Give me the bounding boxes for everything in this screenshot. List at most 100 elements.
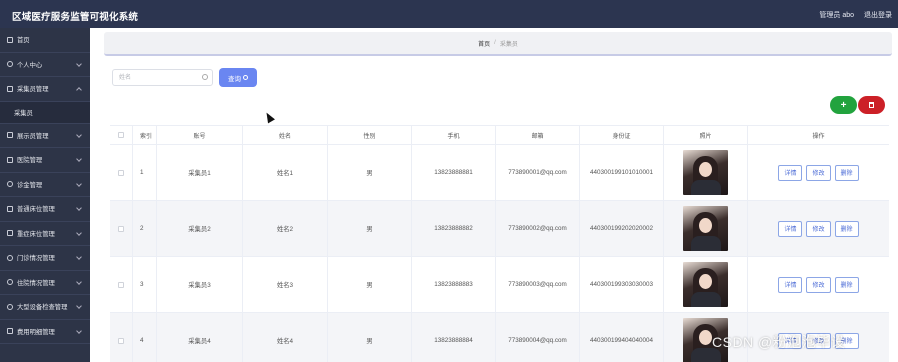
sidebar-item-label: 诊金管理 (17, 181, 43, 189)
col-header-email: 邮箱 (496, 126, 580, 144)
search-input[interactable] (112, 69, 213, 86)
edit-icon (7, 328, 13, 335)
col-header-name: 姓名 (243, 126, 328, 144)
chevron-down-icon (76, 205, 82, 211)
cell-account: 采集员4 (157, 313, 243, 362)
sidebar-item-home[interactable]: 首页 (0, 28, 90, 53)
sidebar-item-label: 采集员 (14, 109, 33, 117)
sidebar-subitem-collector[interactable]: 采集员 (0, 101, 90, 124)
cell-email: 773890001@qq.com (496, 145, 580, 200)
cell-phone: 13823888881 (412, 145, 496, 200)
top-bar: 区域医疗服务监管可视化系统 管理员 abo 退出登录 (0, 0, 898, 28)
sidebar-item-inpatient[interactable]: 住院情况管理 (0, 271, 90, 295)
chevron-down-icon (76, 131, 82, 138)
pin-icon (7, 279, 13, 286)
row-checkbox[interactable] (118, 225, 124, 232)
clock-icon (7, 254, 13, 261)
sidebar-item-label: 门诊情况管理 (17, 255, 55, 263)
cell-name: 姓名2 (243, 201, 328, 256)
logout-link[interactable]: 退出登录 (864, 10, 892, 20)
breadcrumb: 首页 / 采集员 (104, 32, 892, 56)
app-title: 区域医疗服务监管可视化系统 (12, 12, 139, 23)
collector-table: 索引 账号 姓名 性别 手机 邮箱 身份证 照片 操作 1 采集员1 姓名1 男… (110, 125, 889, 362)
sidebar-item-profile[interactable]: 个人中心 (0, 53, 90, 77)
cell-name: 姓名1 (243, 145, 328, 200)
avatar (683, 262, 728, 307)
cell-index: 2 (133, 201, 157, 256)
plus-icon: + (840, 99, 847, 111)
sidebar-item-normal-bed[interactable]: 普通床位管理 (0, 197, 90, 222)
col-header-index: 索引 (133, 126, 157, 144)
cell-index: 1 (133, 145, 157, 200)
chevron-down-icon (76, 254, 82, 260)
col-header-actions: 操作 (812, 133, 825, 140)
cell-index: 3 (133, 257, 157, 312)
add-button[interactable]: + (830, 96, 857, 114)
user-icon (7, 61, 13, 68)
home-icon (7, 36, 13, 43)
row-checkbox[interactable] (118, 281, 124, 288)
col-header-idcard: 身份证 (580, 126, 664, 144)
table-header: 索引 账号 姓名 性别 手机 邮箱 身份证 照片 操作 (110, 125, 889, 145)
detail-button[interactable]: 详情 (778, 276, 803, 293)
sidebar-item-icu-bed[interactable]: 重症床位管理 (0, 222, 90, 246)
sidebar-item-fee[interactable]: 诊金管理 (0, 173, 90, 197)
edit-button[interactable]: 修改 (806, 276, 831, 293)
chevron-down-icon (76, 229, 82, 236)
col-header-photo: 照片 (664, 126, 748, 144)
sidebar-item-cost-detail[interactable]: 费用明细管理 (0, 320, 90, 344)
cell-gender: 男 (328, 145, 412, 200)
chevron-down-icon (76, 156, 82, 162)
select-all-checkbox[interactable] (118, 132, 124, 138)
avatar (683, 150, 728, 195)
cell-account: 采集员3 (157, 257, 243, 312)
sidebar-item-collector-mgmt[interactable]: 采集员管理 (0, 77, 90, 102)
hospital-icon (7, 156, 13, 163)
cell-name: 姓名3 (243, 257, 328, 312)
avatar (683, 206, 728, 251)
edit-button[interactable]: 修改 (806, 164, 831, 181)
table-row: 3 采集员3 姓名3 男 13823888883 773890003@qq.co… (110, 257, 889, 313)
table-row: 2 采集员2 姓名2 男 13823888882 773890002@qq.co… (110, 201, 889, 257)
sidebar-item-label: 医院管理 (17, 157, 43, 165)
breadcrumb-home[interactable]: 首页 (478, 39, 490, 48)
sidebar-item-display-mgmt[interactable]: 展示员管理 (0, 124, 90, 148)
cell-account: 采集员1 (157, 145, 243, 200)
search-button-label: 查询 (228, 75, 241, 83)
delete-button[interactable]: 删除 (834, 276, 859, 293)
mouse-pointer-icon (263, 110, 275, 124)
delete-button[interactable]: 删除 (834, 220, 859, 237)
sidebar-item-label: 住院情况管理 (17, 279, 55, 287)
row-select-cell (110, 201, 133, 256)
cell-idcard: 440300199101010001 (580, 145, 664, 200)
detail-button[interactable]: 详情 (778, 220, 803, 237)
detail-button[interactable]: 详情 (778, 164, 803, 181)
delete-button[interactable]: 删除 (834, 164, 859, 181)
table-row: 1 采集员1 姓名1 男 13823888881 773890001@qq.co… (110, 145, 889, 201)
sidebar-item-label: 个人中心 (17, 61, 43, 69)
bed-icon (7, 230, 13, 237)
select-all-cell (110, 126, 133, 144)
cell-email: 773890004@qq.com (496, 313, 580, 362)
sidebar-item-label: 首页 (17, 37, 30, 45)
chevron-up-icon (76, 87, 82, 93)
cell-email: 773890002@qq.com (496, 201, 580, 256)
bed-icon (7, 205, 13, 212)
search-button[interactable]: 查询 (219, 68, 257, 87)
current-user[interactable]: 管理员 abo (819, 10, 854, 20)
row-checkbox[interactable] (118, 169, 124, 176)
gear-icon (7, 303, 13, 310)
cell-photo (664, 201, 748, 256)
edit-button[interactable]: 修改 (806, 220, 831, 237)
cell-idcard: 440300199202020002 (580, 201, 664, 256)
row-checkbox[interactable] (118, 337, 124, 344)
sidebar-item-equipment[interactable]: 大型设备检查管理 (0, 295, 90, 320)
sidebar-item-label: 大型设备检查管理 (17, 304, 68, 312)
sidebar-item-hospital[interactable]: 医院管理 (0, 148, 90, 173)
row-select-cell (110, 313, 133, 362)
sidebar-item-outpatient[interactable]: 门诊情况管理 (0, 246, 90, 271)
delete-selected-button[interactable] (858, 96, 885, 114)
sidebar-item-label: 重症床位管理 (17, 230, 55, 238)
cell-phone: 13823888884 (412, 313, 496, 362)
chevron-down-icon (76, 327, 82, 334)
